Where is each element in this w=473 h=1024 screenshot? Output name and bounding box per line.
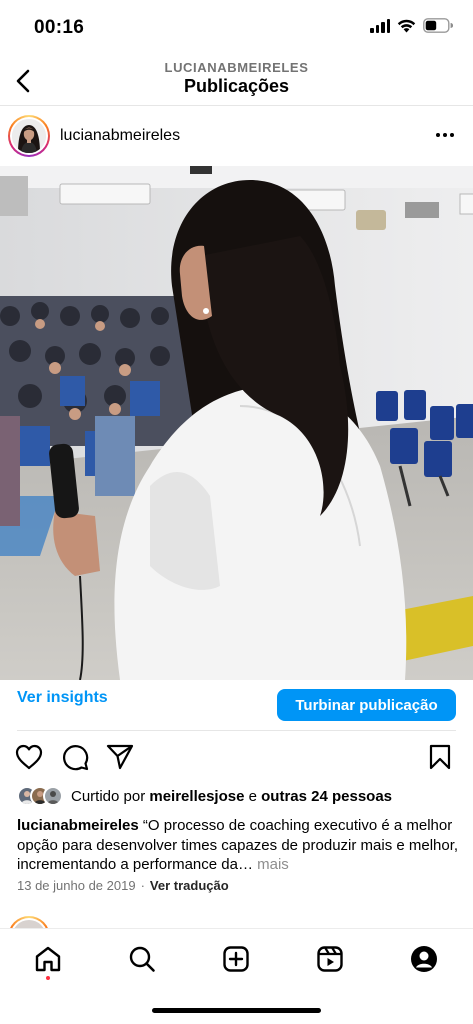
wifi-icon <box>397 19 416 32</box>
tab-reels[interactable] <box>312 941 348 977</box>
post-meta: 13 de junho de 2019 · Ver tradução <box>17 878 229 893</box>
profile-icon <box>411 946 437 972</box>
post-caption: lucianabmeireles “O processo de coaching… <box>17 816 462 875</box>
post-date: 13 de junho de 2019 <box>17 878 136 893</box>
tab-profile[interactable] <box>406 941 442 977</box>
tab-home[interactable] <box>30 941 66 977</box>
home-icon <box>35 946 61 972</box>
liker-avatar <box>43 786 63 806</box>
battery-icon <box>423 18 453 33</box>
caption-username[interactable]: lucianabmeireles <box>17 817 139 834</box>
create-icon <box>223 946 249 972</box>
heart-icon <box>15 744 43 770</box>
header-username: LUCIANABMEIRELES <box>164 60 309 75</box>
likes-summary[interactable]: Curtido por meirellesjose e outras 24 pe… <box>17 786 392 806</box>
comment-icon <box>63 745 89 771</box>
home-indicator <box>152 1008 321 1013</box>
header-divider <box>0 105 473 106</box>
meta-separator: · <box>140 878 145 893</box>
tab-search[interactable] <box>124 941 160 977</box>
notification-dot <box>46 976 50 980</box>
status-icons <box>370 18 453 33</box>
others-count[interactable]: outras 24 pessoas <box>261 788 392 805</box>
cellular-signal-icon <box>370 18 390 33</box>
post-header: lucianabmeireles <box>0 111 473 163</box>
avatar-image <box>12 119 46 153</box>
status-bar: 00:16 <box>0 0 473 56</box>
more-options-button[interactable] <box>431 123 459 147</box>
bookmark-icon <box>429 744 451 770</box>
view-insights-link[interactable]: Ver insights <box>17 689 108 707</box>
share-button[interactable] <box>105 742 135 772</box>
see-translation-link[interactable]: Ver tradução <box>150 878 229 893</box>
like-button[interactable] <box>14 742 44 772</box>
page-title: Publicações <box>183 76 290 96</box>
comment-button[interactable] <box>60 742 90 772</box>
page-header: LUCIANABMEIRELES Publicações <box>0 56 473 106</box>
send-icon <box>106 744 134 770</box>
status-time: 00:16 <box>34 17 85 38</box>
post-photo[interactable] <box>0 166 473 680</box>
more-dots-icon <box>436 133 440 137</box>
caption-more-link[interactable]: mais <box>257 856 289 873</box>
post-username[interactable]: lucianabmeireles <box>60 127 180 145</box>
tab-create[interactable] <box>218 941 254 977</box>
insights-divider <box>17 730 456 731</box>
liked-by-username[interactable]: meirellesjose <box>149 788 244 805</box>
search-icon <box>129 946 155 972</box>
boost-post-button[interactable]: Turbinar publicação <box>277 689 456 721</box>
post-image <box>0 166 473 680</box>
save-button[interactable] <box>425 742 455 772</box>
avatar[interactable] <box>8 115 50 157</box>
reels-icon <box>317 946 343 972</box>
post-actions <box>0 740 473 776</box>
likes-text: Curtido por meirellesjose e outras 24 pe… <box>71 787 393 805</box>
